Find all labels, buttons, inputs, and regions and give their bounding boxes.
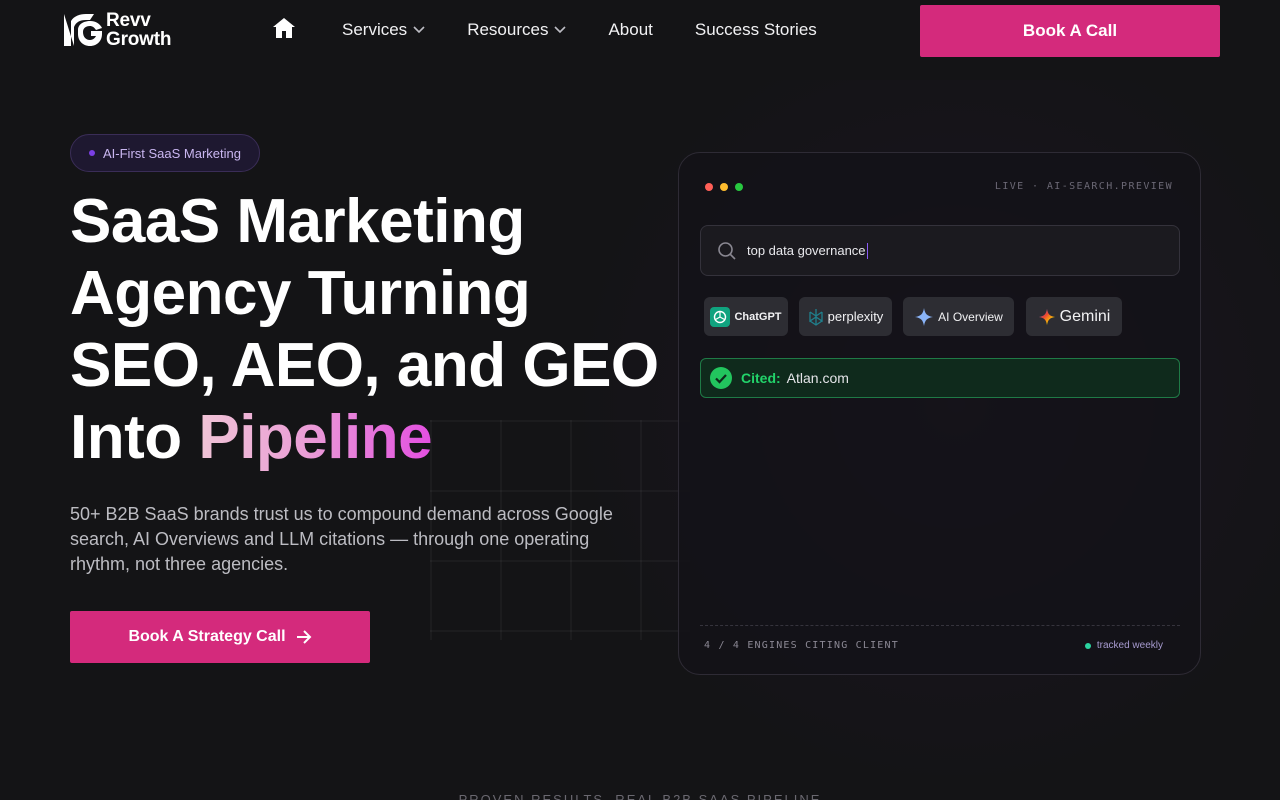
engine-label: ChatGPT [734, 310, 782, 323]
cited-label: Cited: [741, 370, 781, 386]
nav-item-label: About [608, 20, 653, 39]
logo-mark-icon [64, 14, 102, 46]
cited-result: Cited: Atlan.com [700, 358, 1180, 398]
logo[interactable]: Revv Growth [60, 10, 171, 50]
search-query: top data governance [747, 243, 866, 258]
nav-item-label: Success Stories [694, 20, 817, 39]
headline-line-2: Agency Turning [70, 259, 531, 328]
window-dot-yellow [720, 183, 728, 191]
hero-subcopy: 50+ B2B SaaS brands trust us to compound… [70, 504, 613, 574]
hero-headline: SaaS Marketing Agency Turning SEO, AEO, … [70, 186, 670, 474]
engine-gemini[interactable]: Gemini [1026, 297, 1122, 336]
ai-search-preview-card: LIVE · AI-SEARCH.PREVIEW top data govern… [678, 152, 1201, 675]
arrow-right-icon [296, 630, 311, 644]
book-strategy-call-button[interactable]: Book A Strategy Call [70, 611, 370, 663]
window-controls [705, 183, 750, 191]
engine-label: perplexity [827, 309, 884, 324]
tracking-label: tracked weekly [1096, 640, 1163, 651]
chevron-down-icon [554, 26, 567, 34]
preview-search-input[interactable]: top data governance [700, 225, 1180, 276]
badge-label: AI-First SaaS Marketing [103, 145, 241, 161]
cited-domain: Atlan.com [786, 370, 849, 386]
badge-dot [89, 150, 95, 156]
engines-citing-count: 4 / 4 ENGINES CITING CLIENT [704, 640, 899, 651]
gemini-icon [1038, 308, 1055, 325]
home-icon[interactable] [272, 17, 296, 39]
results-tagline: PROVEN RESULTS. REAL B2B SAAS PIPELINE [458, 792, 822, 800]
book-call-button[interactable]: Book A Call [920, 5, 1220, 57]
nav-item-about[interactable]: About [608, 20, 652, 40]
engine-chatgpt[interactable]: ChatGPT [704, 297, 788, 336]
card-divider [700, 625, 1180, 626]
cta-label: Book A Strategy Call [128, 628, 286, 645]
logo-wordmark: Revv Growth [106, 11, 171, 49]
window-dot-green [735, 183, 743, 191]
nav-links: Services Resources About Success Stories [342, 20, 859, 40]
nav-item-resources[interactable]: Resources [467, 20, 567, 40]
headline-line-1: SaaS Marketing [70, 187, 525, 256]
chevron-down-icon [413, 26, 425, 34]
chatgpt-icon [710, 306, 731, 327]
engine-ai-overview[interactable]: AI Overview [903, 297, 1014, 336]
logo-line1: Revv [106, 10, 151, 31]
check-circle-icon [710, 367, 732, 389]
headline-line-3: SEO, AEO, and GEO [70, 331, 659, 400]
nav-item-label: Resources [467, 20, 549, 39]
tracking-status: tracked weekly [1084, 640, 1163, 651]
logo-line2: Growth [106, 29, 172, 50]
nav-item-services[interactable]: Services [342, 20, 425, 40]
top-nav: Revv Growth Services Resources About Suc… [0, 0, 1280, 62]
tracking-dot [1084, 642, 1091, 649]
perplexity-icon [809, 308, 823, 326]
engine-label: Gemini [1059, 307, 1111, 325]
engine-perplexity[interactable]: perplexity [799, 297, 892, 336]
engine-label: AI Overview [938, 309, 1003, 324]
preview-status: LIVE · AI-SEARCH.PREVIEW [994, 181, 1173, 192]
sparkle-icon [915, 307, 934, 326]
headline-line-4: Into [70, 403, 199, 472]
search-icon [718, 241, 736, 260]
nav-item-success-stories[interactable]: Success Stories [695, 20, 817, 40]
window-dot-red [705, 183, 713, 191]
hero-badge: AI-First SaaS Marketing [70, 134, 260, 172]
nav-item-label: Services [342, 20, 408, 39]
text-caret [866, 242, 868, 259]
headline-accent: Pipeline [198, 403, 433, 472]
